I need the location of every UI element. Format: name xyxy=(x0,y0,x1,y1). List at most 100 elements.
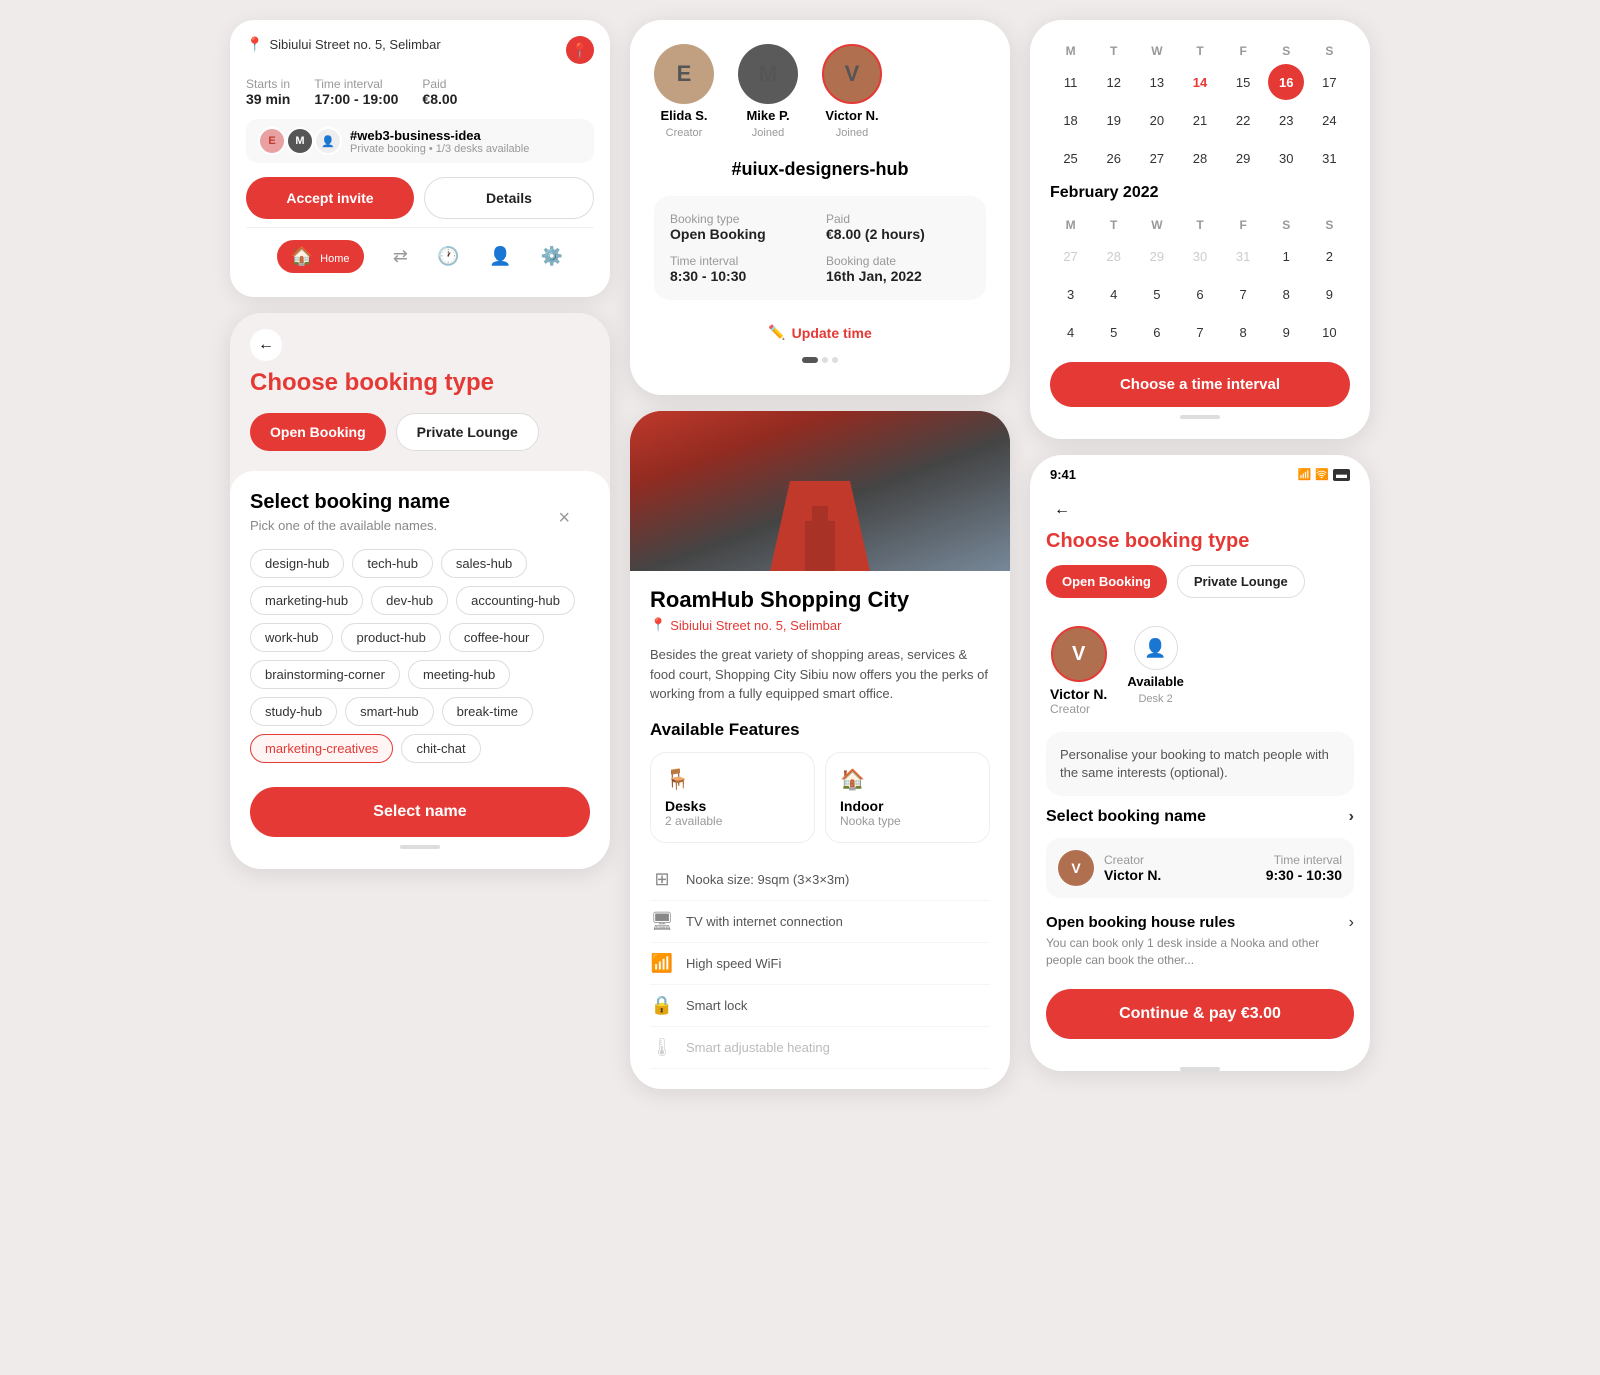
accept-invite-button[interactable]: Accept invite xyxy=(246,177,414,219)
feb-day-7b[interactable]: 7 xyxy=(1182,314,1218,350)
continue-pay-button[interactable]: Continue & pay €3.00 xyxy=(1046,989,1354,1039)
feb-day-5b[interactable]: 5 xyxy=(1096,314,1132,350)
group-name: #web3-business-idea xyxy=(350,128,529,143)
tag-accounting-hub[interactable]: accounting-hub xyxy=(456,586,575,615)
tag-sales-hub[interactable]: sales-hub xyxy=(441,549,527,578)
jan-calendar-grid: M T W T F S S 11 12 13 14 15 16 17 18 19… xyxy=(1050,40,1350,176)
cal-day-18[interactable]: 18 xyxy=(1053,102,1089,138)
feb-day-4b[interactable]: 4 xyxy=(1053,314,1089,350)
cal-day-19[interactable]: 19 xyxy=(1096,102,1132,138)
feb-day-9b[interactable]: 9 xyxy=(1268,314,1304,350)
nav-clock[interactable]: 🕐 xyxy=(437,246,459,267)
signal-icon: 📶 xyxy=(1298,468,1312,481)
tag-smart-hub[interactable]: smart-hub xyxy=(345,697,434,726)
tag-brainstorming-corner[interactable]: brainstorming-corner xyxy=(250,660,400,689)
details-button[interactable]: Details xyxy=(424,177,594,219)
house-rules-row[interactable]: Open booking house rules You can book on… xyxy=(1046,914,1354,969)
cal-day-26[interactable]: 26 xyxy=(1096,140,1132,176)
choose-interval-button[interactable]: Choose a time interval xyxy=(1050,362,1350,407)
cal-header-t2: T xyxy=(1179,40,1220,62)
phone-open-booking-button[interactable]: Open Booking xyxy=(1046,565,1167,598)
cal-day-31[interactable]: 31 xyxy=(1311,140,1347,176)
tag-dev-hub[interactable]: dev-hub xyxy=(371,586,448,615)
cal-day-24[interactable]: 24 xyxy=(1311,102,1347,138)
tag-tech-hub[interactable]: tech-hub xyxy=(352,549,433,578)
feb-day-7[interactable]: 7 xyxy=(1225,276,1261,312)
select-booking-row[interactable]: Select booking name › xyxy=(1030,808,1370,838)
hub-time-value: 8:30 - 10:30 xyxy=(670,268,814,284)
phone-private-lounge-button[interactable]: Private Lounge xyxy=(1177,565,1305,598)
amenity-wifi: 📶 High speed WiFi xyxy=(650,943,990,985)
tag-coffee-hour[interactable]: coffee-hour xyxy=(449,623,545,652)
feb-day-6[interactable]: 6 xyxy=(1182,276,1218,312)
feb-day-3[interactable]: 3 xyxy=(1053,276,1089,312)
tag-study-hub[interactable]: study-hub xyxy=(250,697,337,726)
select-name-button[interactable]: Select name xyxy=(250,787,590,837)
private-lounge-button[interactable]: Private Lounge xyxy=(396,413,539,451)
feb-day-2[interactable]: 2 xyxy=(1311,238,1347,274)
house-rules-text: You can book only 1 desk inside a Nooka … xyxy=(1046,935,1349,969)
tag-work-hub[interactable]: work-hub xyxy=(250,623,333,652)
cal-day-29[interactable]: 29 xyxy=(1225,140,1261,176)
cal-day-11[interactable]: 11 xyxy=(1053,64,1089,100)
cal-day-14[interactable]: 14 xyxy=(1182,64,1218,100)
feb-day-8b[interactable]: 8 xyxy=(1225,314,1261,350)
nav-person[interactable]: 👤 xyxy=(489,246,511,267)
starts-in: Starts in 39 min xyxy=(246,77,290,107)
cal-day-28[interactable]: 28 xyxy=(1182,140,1218,176)
mike-role: Joined xyxy=(752,127,784,139)
tag-chit-chat[interactable]: chit-chat xyxy=(401,734,480,763)
tag-marketing-hub[interactable]: marketing-hub xyxy=(250,586,363,615)
roamhub-image: 9:41 📍 Get Directions ← 1 / 8 xyxy=(630,411,1010,571)
update-time-button[interactable]: ✏️ Update time xyxy=(654,316,986,349)
feb-day-4[interactable]: 4 xyxy=(1096,276,1132,312)
tag-design-hub[interactable]: design-hub xyxy=(250,549,344,578)
nav-home[interactable]: 🏠 Home xyxy=(277,240,364,273)
cal-day-20[interactable]: 20 xyxy=(1139,102,1175,138)
chevron-right-icon: › xyxy=(1349,808,1354,826)
feb-day-1[interactable]: 1 xyxy=(1268,238,1304,274)
time-interval: Time interval 17:00 - 19:00 xyxy=(314,77,398,107)
cal-day-13[interactable]: 13 xyxy=(1139,64,1175,100)
cal-day-12[interactable]: 12 xyxy=(1096,64,1132,100)
modal-close-button[interactable]: × xyxy=(558,507,570,530)
cal-day-15[interactable]: 15 xyxy=(1225,64,1261,100)
nav-exchange[interactable]: ⇄ xyxy=(393,246,408,267)
amenity-heating: 🌡 Smart adjustable heating xyxy=(650,1027,990,1069)
cal-day-25[interactable]: 25 xyxy=(1053,140,1089,176)
cal-day-30[interactable]: 30 xyxy=(1268,140,1304,176)
avatar-1: E xyxy=(258,127,286,155)
desks-name: Desks xyxy=(665,798,800,814)
cal-day-21[interactable]: 21 xyxy=(1182,102,1218,138)
cal-day-27[interactable]: 27 xyxy=(1139,140,1175,176)
roamhub-location: 📍 Sibiului Street no. 5, Selimbar xyxy=(650,617,990,633)
open-booking-button[interactable]: Open Booking xyxy=(250,413,386,451)
select-booking-label: Select booking name xyxy=(1046,808,1206,826)
paid-value: €8.00 xyxy=(422,91,457,107)
cal-day-17[interactable]: 17 xyxy=(1311,64,1347,100)
bottom-nav: 🏠 Home ⇄ 🕐 👤 ⚙️ xyxy=(246,227,594,281)
feb-day-9[interactable]: 9 xyxy=(1311,276,1347,312)
cal-day-23[interactable]: 23 xyxy=(1268,102,1304,138)
cal-header-s2: S xyxy=(1309,40,1350,62)
cal-day-22[interactable]: 22 xyxy=(1225,102,1261,138)
feb-header-s1: S xyxy=(1266,214,1307,236)
features-grid: 🪑 Desks 2 available 🏠 Indoor Nooka type xyxy=(650,752,990,843)
tag-break-time[interactable]: break-time xyxy=(442,697,533,726)
hub-booking-type: Booking type Open Booking xyxy=(670,212,814,242)
location-row: 📍 Sibiului Street no. 5, Selimbar xyxy=(246,36,441,53)
tag-product-hub[interactable]: product-hub xyxy=(341,623,440,652)
tag-meeting-hub[interactable]: meeting-hub xyxy=(408,660,510,689)
feb-day-10[interactable]: 10 xyxy=(1311,314,1347,350)
feb-day-6b[interactable]: 6 xyxy=(1139,314,1175,350)
time-value: 17:00 - 19:00 xyxy=(314,91,398,107)
phone-back-button[interactable]: ← xyxy=(1046,494,1078,526)
feb-day-5[interactable]: 5 xyxy=(1139,276,1175,312)
back-button[interactable]: ← xyxy=(250,329,282,361)
heating-icon: 🌡 xyxy=(650,1037,674,1058)
feb-day-8[interactable]: 8 xyxy=(1268,276,1304,312)
booking-type-buttons: Open Booking Private Lounge xyxy=(230,413,610,471)
tag-marketing-creatives[interactable]: marketing-creatives xyxy=(250,734,393,763)
nav-settings[interactable]: ⚙️ xyxy=(541,246,563,267)
cal-day-16[interactable]: 16 xyxy=(1268,64,1304,100)
